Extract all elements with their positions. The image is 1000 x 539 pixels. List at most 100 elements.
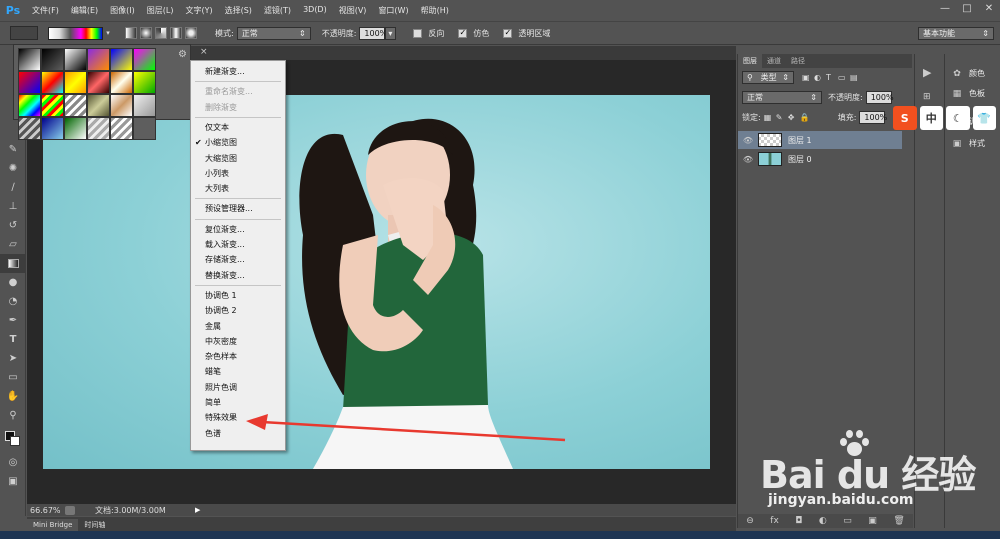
lock-position-icon[interactable]: ✥ (788, 113, 800, 122)
close-button[interactable]: ✕ (978, 0, 1000, 16)
opacity-dropdown[interactable]: ▾ (385, 26, 397, 40)
gradient-swatch[interactable] (48, 26, 103, 40)
history-icon[interactable]: ⊞ (923, 92, 931, 102)
menu-item[interactable]: 窗口(W) (372, 5, 414, 16)
gradient-preset-swatch[interactable] (64, 94, 87, 117)
gradient-menu-item[interactable]: 中灰密度 (191, 334, 285, 349)
gradient-preset-swatch[interactable] (133, 94, 156, 117)
quick-mask-icon[interactable]: ◎ (0, 453, 26, 472)
dither-checkbox[interactable]: ✓ (458, 28, 468, 38)
mode-select[interactable]: 正常 ⇕ (236, 26, 311, 40)
reverse-checkbox[interactable] (413, 28, 423, 38)
gradient-menu-item[interactable]: 大列表 (191, 181, 285, 196)
pen-tool-icon[interactable]: ✒ (0, 311, 26, 330)
linear-gradient-button[interactable] (125, 27, 137, 39)
gradient-preset-swatch[interactable] (110, 117, 133, 140)
gradient-menu-item[interactable]: 新建渐变... (191, 64, 285, 79)
gradient-menu-item[interactable]: 复位渐变... (191, 222, 285, 237)
gradient-preset-swatch[interactable] (110, 48, 133, 71)
gradient-menu-item[interactable]: 小列表 (191, 166, 285, 181)
gradient-preset-swatch[interactable] (41, 48, 64, 71)
gradient-menu-item[interactable]: 简单 (191, 395, 285, 410)
menu-item[interactable]: 视图(V) (333, 5, 373, 16)
gradient-preset-swatch[interactable] (18, 71, 41, 94)
gradient-menu-item[interactable]: ✔ 小缩览图 (191, 135, 285, 150)
gear-icon[interactable]: ⚙ (178, 49, 187, 60)
tab-layers[interactable]: 图层 (738, 54, 762, 68)
gradient-preset-swatch[interactable] (110, 94, 133, 117)
lock-transparent-icon[interactable]: ▦ (764, 113, 776, 122)
status-menu-arrow-icon[interactable]: ▶ (195, 506, 205, 514)
gradient-preset-swatch[interactable] (87, 94, 110, 117)
gradient-preset-swatch[interactable] (18, 117, 41, 140)
tab-mini-bridge[interactable]: Mini Bridge (27, 519, 79, 531)
gradient-preset-swatch[interactable] (110, 71, 133, 94)
gradient-menu-item[interactable]: 替换渐变... (191, 268, 285, 283)
eye-icon[interactable]: 👁 (738, 136, 758, 145)
filter-smart-icon[interactable]: ▤ (850, 73, 862, 82)
eraser-tool-icon[interactable]: ▱ (0, 235, 26, 254)
gradient-menu-item[interactable]: 存储渐变... (191, 252, 285, 267)
gradient-menu-item[interactable]: 仅文本 (191, 120, 285, 135)
gradient-preset-swatch[interactable] (87, 117, 110, 140)
menu-item[interactable]: 文字(Y) (179, 5, 218, 16)
menu-item[interactable]: 滤镜(T) (258, 5, 297, 16)
angle-gradient-button[interactable] (155, 27, 167, 39)
path-selection-tool-icon[interactable]: ➤ (0, 349, 26, 368)
gradient-preset-swatch[interactable] (41, 94, 64, 117)
gradient-preset-swatch[interactable] (87, 48, 110, 71)
side-item-color[interactable]: ✿ 颜色 (951, 68, 985, 79)
blur-tool-icon[interactable]: ● (0, 273, 26, 292)
radial-gradient-button[interactable] (140, 27, 152, 39)
menu-item[interactable]: 文件(F) (26, 5, 65, 16)
gradient-preset-swatch[interactable] (41, 117, 64, 140)
zoom-tool-icon[interactable]: ⚲ (0, 406, 26, 425)
eyedropper-tool-icon[interactable]: ✎ (0, 140, 26, 159)
workspace-select[interactable]: 基本功能 ⇕ (918, 26, 994, 40)
fill-input[interactable]: 100% (859, 111, 887, 124)
color-swatches-icon[interactable] (0, 425, 26, 453)
layer-filter-select[interactable]: ⚲ 类型 ⇕ (742, 71, 794, 84)
lock-image-icon[interactable]: ✎ (776, 113, 788, 122)
gradient-preset-swatch[interactable] (133, 117, 156, 140)
tab-timeline[interactable]: 时间轴 (78, 519, 111, 531)
tab-paths[interactable]: 路径 (786, 56, 810, 66)
layer-row-1[interactable]: 👁 图层 1 (738, 131, 902, 149)
eye-icon[interactable]: 👁 (738, 155, 758, 164)
sogou-logo-icon[interactable]: S (893, 106, 917, 130)
reflected-gradient-button[interactable] (170, 27, 182, 39)
gradient-menu-item[interactable]: 杂色样本 (191, 349, 285, 364)
gradient-menu-item[interactable]: 蜡笔 (191, 364, 285, 379)
filter-adjust-icon[interactable]: ◐ (814, 73, 826, 82)
gradient-preset-swatch[interactable] (64, 71, 87, 94)
menu-item[interactable]: 图层(L) (141, 5, 180, 16)
gradient-preset-swatch[interactable] (18, 94, 41, 117)
gradient-menu-item[interactable]: 预设管理器... (191, 201, 285, 216)
maximize-button[interactable]: □ (956, 0, 978, 16)
gradient-tool-icon[interactable] (0, 254, 26, 273)
layer-opacity-input[interactable]: 100% (865, 91, 894, 104)
filter-pixel-icon[interactable]: ▣ (802, 73, 814, 82)
clone-stamp-tool-icon[interactable]: ⊥ (0, 197, 26, 216)
gradient-menu-item[interactable]: 协调色 1 (191, 288, 285, 303)
menu-item[interactable]: 图像(I) (104, 5, 141, 16)
filter-type-icon[interactable]: T (826, 73, 838, 82)
diamond-gradient-button[interactable] (185, 27, 197, 39)
side-item-swatches[interactable]: ▦ 色板 (951, 88, 985, 99)
dodge-tool-icon[interactable]: ◔ (0, 292, 26, 311)
skin-icon[interactable]: 👕 (972, 106, 996, 130)
play-icon[interactable]: ▶ (923, 66, 931, 79)
transparency-checkbox[interactable]: ✓ (503, 28, 513, 38)
close-icon[interactable]: × (200, 47, 210, 57)
filter-shape-icon[interactable]: ▭ (838, 73, 850, 82)
menu-item[interactable]: 3D(D) (297, 5, 333, 16)
screen-mode-icon[interactable]: ▣ (0, 472, 26, 491)
gradient-preset-swatch[interactable] (87, 71, 110, 94)
link-icon[interactable]: ⊖ (746, 516, 754, 526)
tool-preset-picker[interactable] (10, 26, 38, 40)
menu-item[interactable]: 帮助(H) (415, 5, 455, 16)
gradient-preset-swatch[interactable] (64, 48, 87, 71)
layer-row-0[interactable]: 👁 图层 0 (738, 150, 902, 168)
gradient-dropdown-arrow[interactable]: ▾ (103, 29, 113, 37)
side-item-styles[interactable]: ▣ 样式 (951, 138, 985, 149)
